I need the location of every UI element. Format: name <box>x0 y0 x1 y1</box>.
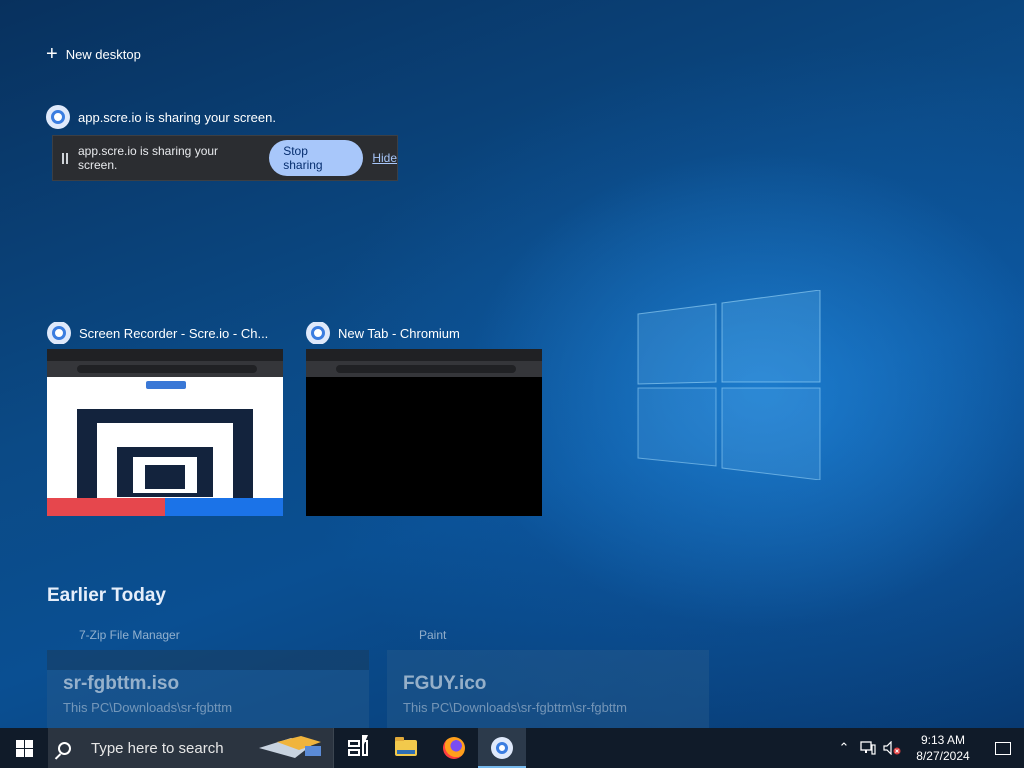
search-placeholder: Type here to search <box>91 739 224 757</box>
activity-card[interactable]: Paint FGUY.ico This PC\Downloads\sr-fgbt… <box>387 628 709 730</box>
file-explorer-button[interactable] <box>382 728 430 768</box>
sharing-notice-title: app.scre.io is sharing your screen. <box>78 109 276 125</box>
window-card-header: New Tab - Chromium <box>306 322 542 344</box>
taskbar: Type here to search ⌃ 9:13 AM 8/27/2024 <box>0 728 1024 768</box>
search-icon <box>58 741 71 755</box>
volume-muted-icon[interactable] <box>880 728 904 768</box>
mouse-cursor-icon <box>362 735 368 749</box>
activity-title: FGUY.ico <box>403 673 487 694</box>
notification-icon <box>995 741 1011 755</box>
system-tray: ⌃ 9:13 AM 8/27/2024 <box>832 728 1024 768</box>
hide-link[interactable]: Hide <box>372 151 397 165</box>
drag-handle-icon[interactable] <box>62 152 68 164</box>
task-view-button[interactable] <box>334 728 382 768</box>
start-button[interactable] <box>0 728 48 768</box>
window-card-new-tab[interactable]: New Tab - Chromium <box>306 322 542 516</box>
clock-time: 9:13 AM <box>920 733 966 747</box>
chromium-icon <box>46 105 70 129</box>
chevron-up-icon[interactable]: ⌃ <box>832 728 856 768</box>
taskbar-search-box[interactable]: Type here to search <box>48 728 334 768</box>
window-thumbnail[interactable] <box>306 349 542 516</box>
firefox-icon <box>443 737 465 759</box>
firefox-button[interactable] <box>430 728 478 768</box>
windows-logo-decoration <box>637 290 821 480</box>
chromium-icon <box>306 322 330 344</box>
folder-icon <box>395 737 417 756</box>
new-desktop-label: New desktop <box>65 46 141 62</box>
activity-app-name: 7-Zip File Manager <box>79 628 180 642</box>
window-thumbnail[interactable] <box>47 349 283 516</box>
activity-card-body[interactable]: sr-fgbttm.iso This PC\Downloads\sr-fgbtt… <box>47 650 369 730</box>
timeline-section-heading: Earlier Today <box>47 585 166 606</box>
stop-sharing-button[interactable]: Stop sharing <box>269 140 364 176</box>
chromium-taskbar-button[interactable] <box>478 728 526 768</box>
activity-card-body[interactable]: FGUY.ico This PC\Downloads\sr-fgbttm\sr-… <box>387 650 709 730</box>
activity-path: This PC\Downloads\sr-fgbttm\sr-fgbttm <box>403 700 627 715</box>
clock-date: 8/27/2024 <box>916 749 970 763</box>
action-center-button[interactable] <box>982 728 1024 768</box>
window-title: Screen Recorder - Scre.io - Ch... <box>79 325 269 341</box>
network-icon[interactable] <box>856 728 880 768</box>
chromium-icon <box>47 322 71 344</box>
share-bar-text: app.scre.io is sharing your screen. <box>77 144 219 172</box>
activity-card[interactable]: 7-Zip File Manager sr-fgbttm.iso This PC… <box>47 628 369 730</box>
window-title: New Tab - Chromium <box>338 325 460 341</box>
plus-icon: + <box>46 43 58 65</box>
search-highlight-icon <box>259 736 321 758</box>
new-desktop-button[interactable]: + New desktop <box>46 44 141 64</box>
screen-share-bar: app.scre.io is sharing your screen. Stop… <box>52 135 398 181</box>
windows-icon <box>15 739 33 757</box>
taskbar-clock[interactable]: 9:13 AM 8/27/2024 <box>910 732 976 764</box>
window-card-header: Screen Recorder - Scre.io - Ch... <box>47 322 283 344</box>
activity-title: sr-fgbttm.iso <box>63 673 180 694</box>
sharing-notice-window[interactable]: app.scre.io is sharing your screen. <box>46 105 276 129</box>
activity-path: This PC\Downloads\sr-fgbttm <box>63 700 233 715</box>
window-card-screen-recorder[interactable]: Screen Recorder - Scre.io - Ch... <box>47 322 283 516</box>
chromium-icon <box>491 737 513 759</box>
activity-app-name: Paint <box>419 628 447 642</box>
